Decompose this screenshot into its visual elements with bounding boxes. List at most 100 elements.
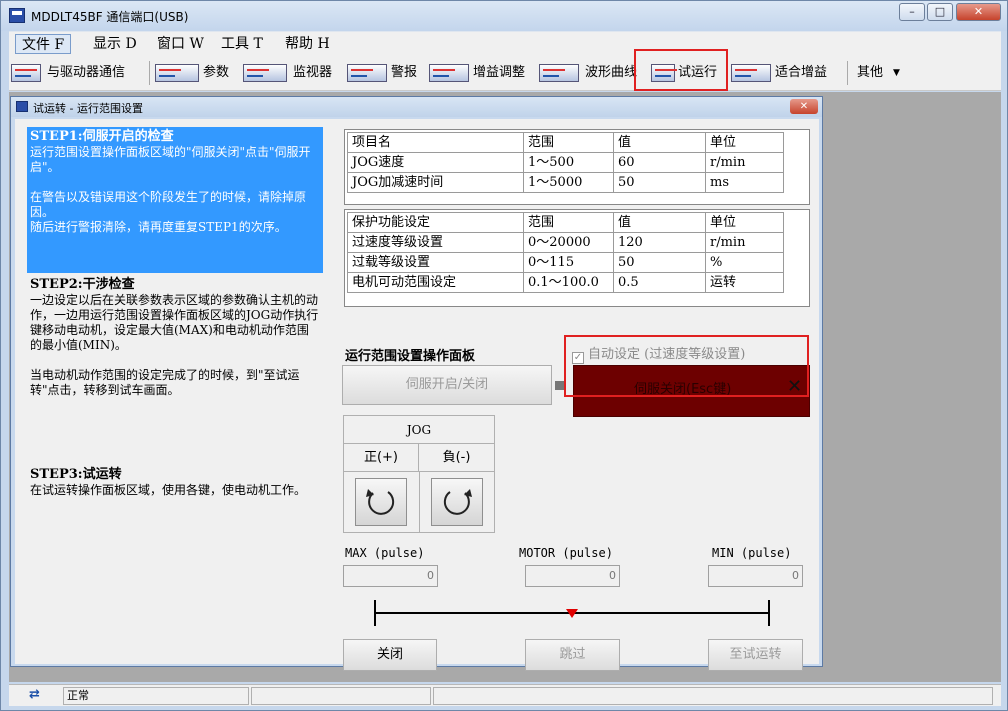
cell-range: 0～20000 [523,232,614,253]
params-button[interactable]: 参数 [155,59,237,87]
comm-button[interactable]: 与驱动器通信 [11,59,143,87]
header-value: 值 [613,212,706,233]
table-row[interactable]: 电机可动范围设定 0.1～100.0 0.5 运转 [347,272,784,293]
menu-tools[interactable]: 工具 T [215,34,269,54]
rotate-cw-icon [443,489,472,515]
servo-status-indicator [555,381,564,390]
jog-reverse-button[interactable] [431,478,483,526]
step1-text-3: 随后进行警报清除，请再度重复STEP1的次序。 [30,220,287,234]
max-pulse-label: MAX (pulse) [345,546,425,560]
servo-on-off-button[interactable]: 伺服开启/关闭 [342,365,552,405]
maximize-button[interactable]: □ [927,3,953,21]
dialog-title-bar: 试运转 - 运行范围设置 ✕ [11,97,822,117]
fit-gain-label: 适合增益 [775,65,828,80]
table-row[interactable]: JOG速度 1～500 60 r/min [347,152,784,173]
step3-text-1: 在试运转操作面板区域，使用各键，使电动机工作。 [30,483,307,497]
waveform-label: 波形曲线 [585,65,638,80]
header-item: 保护功能设定 [347,212,524,233]
minimize-button[interactable]: – [899,3,925,21]
cell-value[interactable]: 0.5 [613,272,706,293]
toolbar-separator [847,61,848,85]
cell-value[interactable]: 50 [613,172,706,193]
skip-button[interactable]: 跳过 [525,639,620,671]
jog-params-table: 项目名 范围 值 单位 JOG速度 1～500 60 r/min JOG加减速时… [344,129,810,205]
cell-unit: r/min [705,152,784,173]
cell-value[interactable]: 60 [613,152,706,173]
table-header-row: 项目名 范围 值 单位 [347,132,784,153]
motor-pulse-field[interactable]: 0 [525,565,620,587]
other-label: 其他 [857,65,884,80]
gain-icon [429,64,469,82]
cell-name: JOG速度 [347,152,524,173]
min-pulse-label: MIN (pulse) [712,546,792,560]
step2-text-1: 一边设定以后在关联参数表示区域的参数确认主机的动作，一边用运行范围设置操作面板区… [30,293,319,352]
step3-title: STEP3:试运转 [30,467,122,482]
monitor-label: 监视器 [293,65,333,80]
jog-title: JOG [344,416,494,444]
alarm-button[interactable]: 警报 [347,59,423,87]
cell-unit: 运转 [705,272,784,293]
step2-text-2: 当电动机动作范围的设定完成了的时候，到"至试运转"点击，转移到试车画面。 [30,368,300,397]
params-label: 参数 [203,65,230,80]
max-pulse-field[interactable]: 0 [343,565,438,587]
trial-run-highlight [634,49,728,91]
header-range: 范围 [523,132,614,153]
connection-icon: ⇄ [29,687,40,702]
close-button[interactable]: 关闭 [343,639,437,671]
fit-gain-button[interactable]: 适合增益 [731,59,837,87]
cell-unit: ms [705,172,784,193]
alarm-label: 警报 [391,65,418,80]
rotate-ccw-icon [366,489,395,515]
table-row[interactable]: 过载等级设置 0～115 50 % [347,252,784,273]
cell-value[interactable]: 50 [613,252,706,273]
jog-divider [419,472,420,532]
monitor-button[interactable]: 监视器 [243,59,339,87]
go-trial-run-button[interactable]: 至试运转 [708,639,803,671]
dialog-close-button[interactable]: ✕ [790,99,818,114]
menu-file[interactable]: 文件 F [15,34,72,54]
dialog-title: 试运转 - 运行范围设置 [33,102,143,115]
status-text: 正常 [63,687,249,705]
step3-section: STEP3:试运转 在试运转操作面板区域，使用各键，使电动机工作。 [30,467,320,498]
header-item: 项目名 [347,132,524,153]
table-row[interactable]: JOG加减速时间 1～5000 50 ms [347,172,784,193]
table-row[interactable]: 过速度等级设置 0～20000 120 r/min [347,232,784,253]
cell-range: 0～115 [523,252,614,273]
cell-range: 1～500 [523,152,614,173]
motor-pulse-label: MOTOR (pulse) [519,546,613,560]
menu-display[interactable]: 显示 D [87,34,143,54]
cell-unit: % [705,252,784,273]
header-value: 值 [613,132,706,153]
toolbar: 与驱动器通信 参数 监视器 警报 增益调整 波形曲线 试运行 适合增益 其他 ▼ [9,55,1001,91]
step1-title: STEP1:伺服开启的检查 [30,129,174,144]
menu-window[interactable]: 窗口 W [151,34,210,54]
jog-forward-button[interactable] [355,478,407,526]
status-cell-2 [251,687,431,705]
comm-label: 与驱动器通信 [47,65,126,80]
range-axis-left-tick [374,600,376,626]
step1-text-2: 在警告以及错误用这个阶段发生了的时候，请除掉原因。 [30,190,307,219]
step2-title: STEP2:干涉检查 [30,277,135,292]
status-cell-3 [433,687,993,705]
jog-minus-label: 負(-) [419,444,494,472]
header-unit: 单位 [705,212,784,233]
header-range: 范围 [523,212,614,233]
servo-off-highlight [564,335,809,397]
header-unit: 单位 [705,132,784,153]
other-menu-button[interactable]: 其他 ▼ [855,59,905,87]
gain-button[interactable]: 增益调整 [429,59,535,87]
cell-value[interactable]: 120 [613,232,706,253]
close-window-button[interactable]: ✕ [956,3,1001,21]
table-header-row: 保护功能设定 范围 值 单位 [347,212,784,233]
min-pulse-field[interactable]: 0 [708,565,803,587]
comm-icon [11,64,41,82]
dialog-icon [16,101,28,112]
waveform-button[interactable]: 波形曲线 [539,59,639,87]
params-icon [155,64,199,82]
menu-help[interactable]: 帮助 H [279,34,336,54]
title-bar: MDDLT45BF 通信端口(USB) – □ ✕ [1,1,1007,31]
status-bar: ⇄ 正常 [9,684,1001,706]
cell-unit: r/min [705,232,784,253]
cell-name: 过速度等级设置 [347,232,524,253]
step2-section: STEP2:干涉检查 一边设定以后在关联参数表示区域的参数确认主机的动作，一边用… [30,277,320,398]
